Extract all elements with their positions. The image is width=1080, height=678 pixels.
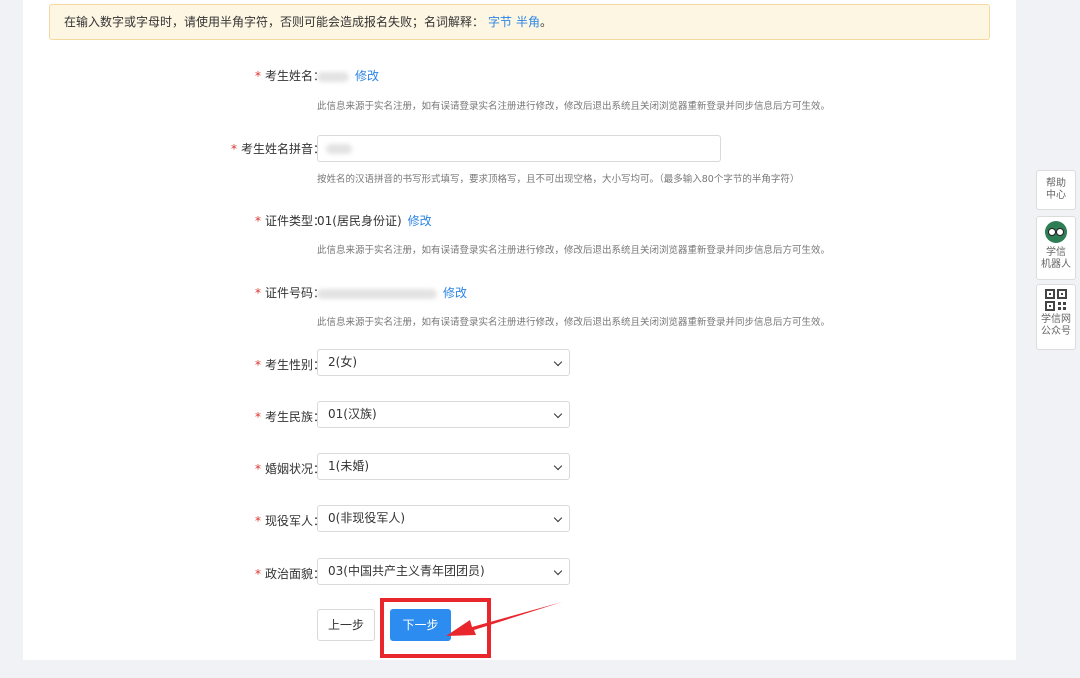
label-marital: * 婚姻状况： (254, 462, 325, 476)
required-mark: * (254, 567, 261, 581)
gender-select[interactable]: 2(女) (317, 349, 570, 376)
required-mark: * (254, 410, 261, 424)
edit-name-link[interactable]: 修改 (355, 69, 379, 83)
ethnicity-select[interactable]: 01(汉族) (317, 401, 570, 428)
notice-link-halfwidth[interactable]: 半角 (516, 15, 540, 29)
chevron-down-icon (553, 409, 563, 419)
prev-step-button[interactable]: 上一步 (317, 609, 375, 641)
notice-banner: 在输入数字或字母时，请使用半角字符，否则可能会造成报名失败；名词解释： 字节 半角。 (49, 4, 990, 40)
label-id-number: * 证件号码： (254, 286, 325, 300)
chevron-down-icon (553, 357, 563, 367)
hint-id-type: 此信息来源于实名注册，如有误请登录实名注册进行修改，修改后退出系统且关闭浏览器重… (317, 245, 831, 256)
value-id-number: 修改 (317, 284, 467, 301)
required-mark: * (254, 214, 261, 228)
chevron-down-icon (553, 513, 563, 523)
label-pinyin: * 考生姓名拼音： (230, 142, 325, 156)
required-mark: * (254, 358, 261, 372)
hint-name: 此信息来源于实名注册，如有误请登录实名注册进行修改，修改后退出系统且关闭浏览器重… (317, 101, 831, 112)
official-account-button[interactable]: 学信网 公众号 (1036, 284, 1076, 350)
label-id-type: * 证件类型： (254, 214, 325, 228)
pinyin-input[interactable] (317, 135, 721, 162)
label-political: * 政治面貌： (254, 567, 325, 581)
hint-id-number: 此信息来源于实名注册，如有误请登录实名注册进行修改，修改后退出系统且关闭浏览器重… (317, 317, 831, 328)
robot-button[interactable]: 学信 机器人 (1036, 216, 1076, 280)
chevron-down-icon (553, 566, 563, 576)
blurred-pinyin (326, 143, 352, 154)
edit-id-number-link[interactable]: 修改 (443, 286, 467, 300)
required-mark: * (254, 286, 261, 300)
blurred-id-number (317, 288, 437, 299)
value-id-type: 01(居民身份证) 修改 (317, 214, 432, 228)
political-select[interactable]: 03(中国共产主义青年团团员) (317, 558, 570, 585)
notice-end: 。 (540, 15, 553, 29)
notice-link-byte[interactable]: 字节 (488, 15, 512, 29)
marital-select[interactable]: 1(未婚) (317, 453, 570, 480)
value-name: 修改 (317, 67, 379, 84)
help-center-button[interactable]: 帮助 中心 (1036, 170, 1076, 210)
required-mark: * (230, 142, 237, 156)
military-select[interactable]: 0(非现役军人) (317, 505, 570, 532)
required-mark: * (254, 514, 261, 528)
label-gender: * 考生性别： (254, 358, 325, 372)
qr-code-icon (1045, 289, 1067, 311)
label-military: * 现役军人： (254, 514, 325, 528)
label-name: * 考生姓名： (254, 69, 325, 83)
required-mark: * (254, 462, 261, 476)
label-ethnicity: * 考生民族： (254, 410, 325, 424)
form-card: 在输入数字或字母时，请使用半角字符，否则可能会造成报名失败；名词解释： 字节 半角。… (23, 0, 1016, 660)
required-mark: * (254, 69, 261, 83)
blurred-name (317, 71, 349, 82)
chevron-down-icon (553, 461, 563, 471)
annotation-highlight-box (380, 598, 491, 658)
notice-text: 在输入数字或字母时，请使用半角字符，否则可能会造成报名失败；名词解释： (64, 15, 485, 29)
hint-pinyin: 按姓名的汉语拼音的书写形式填写，要求顶格写，且不可出现空格，大小写均可。（最多输… (317, 174, 800, 185)
robot-icon (1045, 221, 1067, 243)
edit-id-type-link[interactable]: 修改 (408, 214, 432, 228)
